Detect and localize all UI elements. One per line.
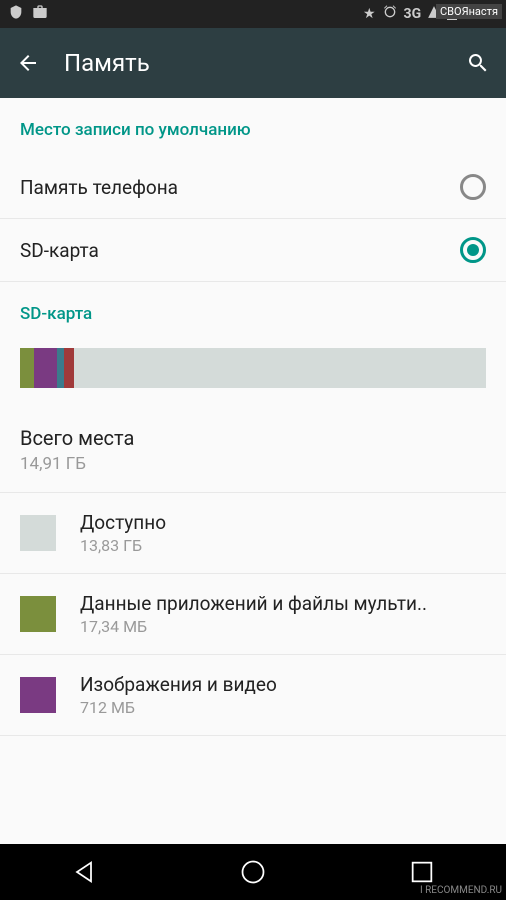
- back-button[interactable]: [16, 51, 40, 75]
- status-bar: ★ 3G 16:49: [0, 0, 506, 28]
- total-title: Всего места: [20, 426, 486, 450]
- category-text: Изображения и видео 712 МБ: [80, 673, 486, 717]
- content-area: Место записи по умолчанию Память телефон…: [0, 98, 506, 736]
- category-value: 17,34 МБ: [80, 617, 486, 636]
- radio-option-sd[interactable]: SD-карта: [0, 219, 506, 282]
- category-color-swatch: [20, 677, 56, 713]
- watermark-label-2: I RECOMMEND.RU: [420, 885, 502, 896]
- radio-option-phone[interactable]: Память телефона: [0, 156, 506, 219]
- total-value: 14,91 ГБ: [20, 454, 486, 474]
- storage-category-item[interactable]: Доступно 13,83 ГБ: [0, 493, 506, 574]
- shop-icon: [32, 4, 48, 24]
- category-color-swatch: [20, 596, 56, 632]
- star-icon: ★: [363, 6, 376, 22]
- category-color-swatch: [20, 515, 56, 551]
- category-value: 712 МБ: [80, 698, 486, 717]
- storage-category-item[interactable]: Изображения и видео 712 МБ: [0, 655, 506, 736]
- app-bar: Память: [0, 28, 506, 98]
- page-title: Память: [64, 49, 466, 77]
- alarm-icon: [382, 4, 398, 24]
- category-text: Доступно 13,83 ГБ: [80, 511, 486, 555]
- storage-usage-bar: [20, 348, 486, 388]
- radio-label: SD-карта: [20, 239, 99, 262]
- status-left: [8, 4, 48, 24]
- watermark-label: СВОЯнастя: [436, 4, 502, 19]
- storage-segment: [57, 348, 64, 388]
- radio-unchecked-icon: [460, 174, 486, 200]
- nav-home-button[interactable]: [239, 858, 267, 886]
- search-button[interactable]: [466, 51, 490, 75]
- storage-category-item[interactable]: Данные приложений и файлы мульти.. 17,34 …: [0, 574, 506, 655]
- radio-checked-icon: [460, 237, 486, 263]
- nav-back-button[interactable]: [70, 858, 98, 886]
- category-title: Доступно: [80, 511, 486, 534]
- category-text: Данные приложений и файлы мульти.. 17,34 …: [80, 592, 486, 636]
- category-title: Изображения и видео: [80, 673, 486, 696]
- storage-segment: [20, 348, 34, 388]
- section-header-sd: SD-карта: [0, 282, 506, 340]
- section-header-default-write: Место записи по умолчанию: [0, 98, 506, 156]
- category-title: Данные приложений и файлы мульти..: [80, 592, 486, 615]
- nav-recent-button[interactable]: [408, 858, 436, 886]
- shield-icon: [8, 4, 24, 24]
- storage-segment: [64, 348, 73, 388]
- radio-label: Память телефона: [20, 176, 178, 199]
- category-value: 13,83 ГБ: [80, 536, 486, 555]
- storage-segment: [34, 348, 57, 388]
- network-type: 3G: [404, 6, 422, 22]
- total-space-item: Всего места 14,91 ГБ: [0, 408, 506, 493]
